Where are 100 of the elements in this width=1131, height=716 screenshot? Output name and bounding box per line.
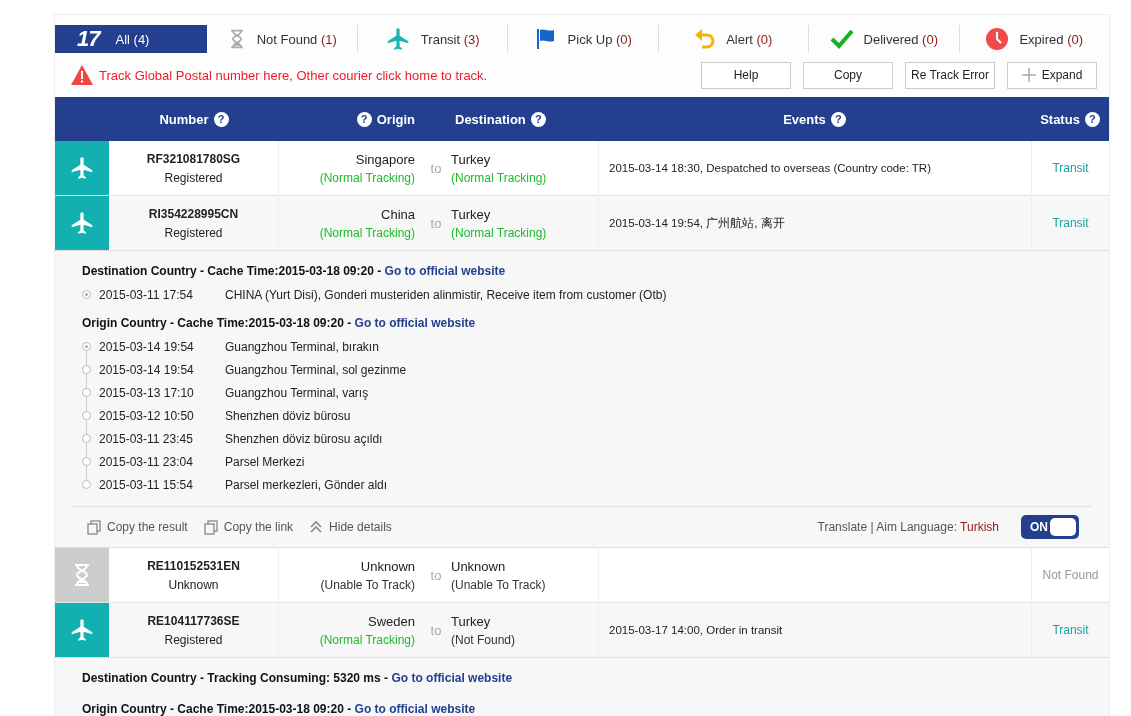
destination-country: Turkey: [451, 151, 491, 167]
checkmark-icon: [829, 29, 854, 49]
help-icon[interactable]: ?: [213, 111, 229, 127]
copy-icon: [87, 519, 101, 535]
event-description: CHINA (Yurt Disi), Gonderi musteriden alinmistir, Receive item from customer (Otb): [225, 287, 667, 302]
event-description: Parsel Merkezi: [225, 454, 305, 469]
column-header: Number: [159, 111, 209, 127]
destination-country: Unknown: [451, 558, 506, 574]
event-description: Guangzhou Terminal, bırakın: [225, 339, 379, 354]
warning-message: Track Global Postal number here, Other courier click home to track.: [99, 67, 488, 83]
status-label: Transit: [1052, 161, 1089, 175]
origin-country: Singapore: [355, 151, 415, 167]
copy-link[interactable]: Copy the link: [203, 519, 294, 535]
filter-tab[interactable]: Expired (0): [959, 25, 1109, 53]
column-header: Events: [783, 111, 826, 127]
tracking-note: (Normal Tracking): [319, 632, 415, 647]
event-description: Guangzhou Terminal, sol gezinme: [225, 362, 407, 377]
tracking-note: (Not Found): [451, 632, 516, 647]
event-description: Guangzhou Terminal, varış: [225, 385, 369, 400]
mail-type: Registered: [164, 632, 223, 647]
section-heading: Origin Country - Cache Time:2015-03-18 09:20 - Go to official website: [82, 316, 477, 331]
return-arrow-icon: [694, 27, 717, 51]
airplane-icon: [69, 210, 95, 236]
tab-label: Expired (0): [1019, 31, 1084, 47]
help-icon[interactable]: ?: [1084, 111, 1100, 127]
column-header: Status: [1040, 111, 1080, 127]
event-time: 2015-03-11 23:45: [99, 431, 194, 446]
filter-tab[interactable]: Pick Up (0): [508, 25, 659, 53]
help-icon[interactable]: ?: [530, 111, 546, 127]
tab-label: Pick Up (0): [567, 31, 632, 47]
copy-icon: [203, 519, 218, 535]
mail-type: Unknown: [168, 577, 219, 592]
airplane-icon: [69, 155, 95, 181]
event-time: 2015-03-11 15:54: [99, 477, 194, 492]
latest-event: 2015-03-14 18:30, Despatched to overseas (Country code: TR): [609, 162, 931, 174]
translate-toggle[interactable]: ON: [1021, 515, 1079, 539]
mail-type: Registered: [164, 170, 223, 185]
filter-tab[interactable]: Delivered (0): [809, 25, 960, 53]
to-label: to: [430, 567, 442, 583]
plus-icon: [1021, 68, 1036, 82]
tracking-note: (Normal Tracking): [319, 170, 415, 185]
expand-button[interactable]: Expand: [1007, 61, 1097, 89]
tracking-note: (Normal Tracking): [451, 225, 547, 240]
help-icon[interactable]: ?: [830, 111, 846, 127]
latest-event: 2015-03-17 14:00, Order in transit: [609, 624, 783, 636]
official-website-link[interactable]: Go to official website: [354, 316, 476, 330]
official-website-link[interactable]: Go to official website: [354, 702, 476, 716]
clock-icon: [985, 27, 1010, 51]
to-label: to: [430, 160, 442, 176]
to-label: to: [430, 215, 442, 231]
latest-event: 2015-03-14 19:54, 广州航站, 离开: [609, 215, 785, 231]
tracking-note: (Normal Tracking): [451, 170, 547, 185]
warning-icon: [71, 65, 93, 85]
origin-country: Unknown: [360, 558, 415, 574]
official-website-link[interactable]: Go to official website: [391, 671, 513, 685]
origin-country: China: [381, 206, 415, 222]
tracking-note: (Unable To Track): [320, 577, 415, 592]
filter-tab[interactable]: 17 All (4): [55, 25, 207, 53]
filter-tab[interactable]: Not Found (1): [207, 25, 358, 53]
event-time: 2015-03-11 23:04: [99, 454, 194, 469]
column-header: Destination: [455, 111, 526, 127]
event-time: 2015-03-14 19:54: [99, 339, 195, 354]
filter-tab[interactable]: Alert (0): [658, 25, 809, 53]
tab-label: Delivered (0): [863, 31, 938, 47]
filter-tab[interactable]: Transit (3): [357, 25, 508, 53]
event-time: 2015-03-14 19:54: [99, 362, 195, 377]
to-label: to: [430, 622, 442, 638]
tracking-number: RI354228995CN: [148, 206, 239, 221]
column-header: Origin: [376, 111, 415, 127]
tracking-number: RE110152531EN: [147, 558, 240, 573]
tracking-note: (Unable To Track): [451, 577, 546, 592]
tracking-number: RF321081780SG: [146, 151, 241, 166]
event-time: 2015-03-11 17:54: [99, 287, 194, 302]
origin-country: Sweden: [368, 613, 415, 629]
translate-label: Translate | Aim Language: Turkish: [817, 520, 999, 534]
tab-label: Not Found (1): [256, 31, 337, 47]
tab-label: Alert (0): [726, 31, 773, 47]
tracking-number: RE104117736SE: [147, 613, 240, 628]
hide-details-link[interactable]: Hide details: [309, 520, 392, 534]
section-heading: Destination Country - Cache Time:2015-03-18 09:20 - Go to official website: [82, 264, 507, 279]
help-icon[interactable]: ?: [356, 111, 372, 127]
section-heading: Destination Country - Tracking Consuming: 5320 ms - Go to official website: [82, 671, 514, 686]
airplane-icon: [69, 617, 95, 643]
event-time: 2015-03-12 10:50: [99, 408, 195, 423]
logo: 17: [77, 26, 100, 52]
event-description: Shenzhen döviz bürosu açıldı: [225, 431, 383, 446]
section-heading: Origin Country - Cache Time:2015-03-18 09:20 - Go to official website: [82, 702, 477, 716]
toolbar-button[interactable]: Re Track Error: [905, 61, 995, 89]
status-label: Transit: [1052, 623, 1089, 637]
mail-type: Registered: [164, 225, 223, 240]
event-description: Parsel merkezleri, Gönder aldı: [225, 477, 388, 492]
event-description: Shenzhen döviz bürosu: [225, 408, 351, 423]
destination-country: Turkey: [451, 613, 491, 629]
tracking-note: (Normal Tracking): [319, 225, 415, 240]
toolbar-button[interactable]: Help: [701, 61, 791, 89]
toolbar-button[interactable]: Copy: [803, 61, 893, 89]
destination-country: Turkey: [451, 206, 491, 222]
official-website-link[interactable]: Go to official website: [384, 264, 506, 278]
chevrons-up-icon: [309, 520, 324, 534]
copy-link[interactable]: Copy the result: [87, 519, 188, 535]
